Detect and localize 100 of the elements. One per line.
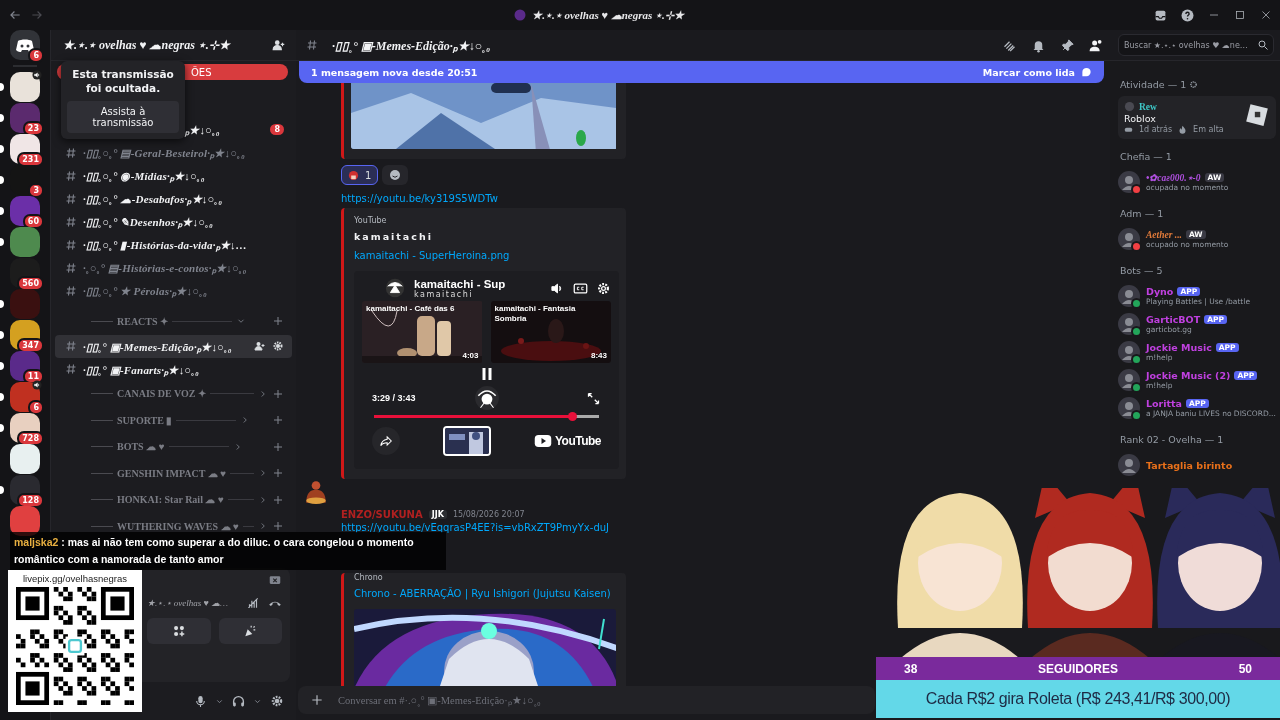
suggested-video[interactable]: kamaitachi - Fantasia Sombria 8:43 — [490, 301, 611, 363]
reaction-button[interactable]: 1 — [341, 165, 379, 185]
hash-icon — [65, 215, 77, 228]
add-icon[interactable] — [310, 693, 324, 707]
hash-icon — [306, 39, 318, 51]
channel-item[interactable]: ·▯▯˳○˳° ◉-Mídias·ₚ★↓○˳₀ — [55, 164, 292, 187]
server-item[interactable]: 728 — [0, 413, 50, 443]
member-name: Tartaglia birinto — [1146, 459, 1233, 471]
section-header: Adm — 1 — [1120, 208, 1164, 219]
close-icon[interactable] — [1260, 9, 1272, 21]
hash-icon — [65, 261, 77, 274]
server-icon — [514, 9, 527, 21]
channel-item[interactable]: ·▯▯˳○˳° ✎Desenhos·ₚ★↓○˳₀ — [55, 210, 292, 233]
message-link[interactable]: https://youtu.be/vEqqrasP4EE?is=vbRxZT9PmyYx-duJ — [341, 522, 610, 533]
category-header[interactable]: REACTS ✦ — [51, 308, 296, 335]
server-item[interactable]: 23 — [0, 103, 50, 133]
video-player[interactable]: kamaitachi - Sup kamaitachi kamaitachi - Café das 6 4:03 kamaitachi - Fantasia Sombria 8:43 3:29 / 3:43 YouTube — [354, 271, 619, 469]
back-icon[interactable] — [8, 8, 22, 22]
embed-title-link[interactable]: Chrono - ABERRAÇÃO | Ryu Ishigori (Jujutsu Kaisen) — [354, 588, 616, 599]
help-icon[interactable] — [1181, 8, 1194, 22]
add-icon[interactable] — [272, 315, 284, 328]
server-item[interactable]: 11 — [0, 351, 50, 381]
progress-handle[interactable] — [568, 412, 577, 421]
headphones-icon[interactable] — [232, 694, 245, 708]
channel-item[interactable]: ·▯▯˳° ▣-Fanarts·ₚ★↓○˳₀ — [55, 357, 292, 381]
server-icon[interactable] — [10, 72, 40, 102]
play-logo-icon — [533, 432, 552, 450]
activity-button[interactable] — [147, 618, 211, 644]
share-button[interactable] — [372, 427, 400, 455]
embed-provider: YouTube — [354, 216, 388, 225]
embed-title-link[interactable]: kamaitachi - SuperHeroina.png — [354, 250, 616, 261]
video-channel: kamaitachi — [414, 289, 475, 299]
message-link[interactable]: https://youtu.be/ky319S5WDTw — [341, 193, 498, 204]
noise-icon[interactable] — [246, 596, 260, 610]
maximize-icon[interactable] — [1234, 9, 1246, 21]
server-item[interactable]: 560 — [0, 258, 50, 288]
message-author[interactable]: ENZO/SUKUNA — [341, 509, 423, 520]
soundboard-button[interactable] — [218, 618, 282, 644]
captions-icon[interactable] — [573, 280, 588, 296]
category-header[interactable]: GENSHIN IMPACT ☁ ♥ — [51, 460, 296, 487]
category-header[interactable]: BOTS ☁ ♥ — [51, 433, 296, 460]
settings-icon[interactable] — [270, 694, 284, 708]
microphone-icon[interactable] — [194, 694, 207, 708]
suggested-video[interactable]: kamaitachi - Café das 6 4:03 — [362, 301, 483, 363]
server-item[interactable]: 6 — [0, 30, 50, 60]
category-header[interactable]: HONKAI: Star Rail ☁ ♥ — [51, 486, 296, 513]
channel-item[interactable]: ·▯▯˳○˳° ▮-Histórias-da-vida·ₚ★↓… — [55, 233, 292, 256]
party-icon — [243, 624, 258, 638]
add-icon[interactable] — [272, 440, 284, 453]
donation-goal-text: Cada R$2 gira Roleta (R$ 243,41/R$ 300,00) — [925, 690, 1231, 708]
add-icon[interactable] — [272, 493, 284, 506]
activity-card[interactable]: Rew Roblox 1d atrás Em alta — [1118, 96, 1276, 139]
server-item[interactable]: 128 — [0, 475, 50, 505]
unread-badge: 6 — [28, 400, 44, 415]
pin-icon[interactable] — [1060, 37, 1075, 53]
inbox-icon[interactable] — [1154, 8, 1167, 22]
channel-item[interactable]: ·▯▯˳○˳° ★ Pérolas·ₚ★↓○˳₀ — [55, 279, 292, 302]
hash-icon — [65, 146, 77, 159]
search-field[interactable]: Buscar ★.⋆.⋆ ovelhas ♥ ☁ne… — [1118, 34, 1274, 56]
watch-stream-button[interactable]: Assista à transmissão — [67, 101, 179, 133]
activity-time: 1d atrás — [1139, 125, 1173, 134]
channel-item[interactable]: ·▯▯˳○˳° ☁-Desabafos·ₚ★↓○˳₀ — [55, 187, 292, 210]
video-time: 3:29 / 3:43 — [372, 393, 417, 403]
speaker-icon — [32, 380, 42, 390]
category-header[interactable]: SUPORTE ▮ — [51, 407, 296, 434]
member-item[interactable]: Tartaglia birinto — [1118, 451, 1280, 479]
fullscreen-icon[interactable] — [586, 390, 601, 406]
channel-item[interactable]: ·▯▯˳° ▣-Memes-Edição·ₚ★↓○˳₀ — [55, 334, 292, 358]
message-input[interactable]: Conversar em #·.○˳° ▣-Memes-Edição·ₚ★↓○˳₀ — [336, 693, 863, 707]
server-item[interactable]: 3 — [0, 165, 50, 195]
search-icon — [1257, 39, 1269, 51]
apps-icon — [171, 624, 186, 638]
add-icon[interactable] — [272, 520, 284, 533]
youtube-logo[interactable]: YouTube — [533, 432, 601, 450]
server-item[interactable]: 60 — [0, 196, 50, 226]
message-composer[interactable]: Conversar em #·.○˳° ▣-Memes-Edição·ₚ★↓○˳₀ — [298, 686, 875, 714]
member-name: •✿caƨ000.⋆-0 — [1146, 172, 1201, 183]
channel-item[interactable]: ·▯▯˳○˳° ▤-Geral-Besteirol·ₚ★↓○˳₀ — [55, 141, 292, 164]
hash-icon — [65, 192, 77, 205]
new-messages-bar[interactable]: 1 mensagem nova desde 20:51 Marcar como lida — [299, 61, 1104, 83]
embed-provider: Chrono — [354, 573, 384, 582]
category-header[interactable]: CANAIS DE VOZ ✦ — [51, 380, 296, 407]
add-icon[interactable] — [272, 387, 284, 400]
settings-icon[interactable] — [596, 280, 611, 296]
add-icon[interactable] — [272, 414, 284, 427]
unread-badge: 728 — [17, 431, 44, 446]
goal-label: SEGUIDORES — [1037, 661, 1119, 676]
add-reaction-button[interactable] — [382, 165, 409, 185]
server-item[interactable]: 347 — [0, 320, 50, 350]
channel-item[interactable]: ·˳○˳° ▤-Histórias-e-contos·ₚ★↓○˳₀ — [55, 256, 292, 279]
hash-icon — [65, 284, 77, 297]
members-icon[interactable] — [1089, 37, 1104, 53]
add-icon[interactable] — [272, 467, 284, 480]
server-name[interactable]: ★.⋆.⋆ ovelhas ♥ ☁negras ⋆.⊹★ — [63, 37, 266, 53]
server-item[interactable]: 6 — [0, 382, 50, 412]
server-item[interactable]: 231 — [0, 134, 50, 164]
server-icon[interactable] — [10, 444, 40, 474]
add-member-icon[interactable] — [272, 38, 286, 52]
mark-as-read-button[interactable]: Marcar como lida — [982, 66, 1092, 78]
channel-title: ·▯▯˳° ▣-Memes-Edição·ₚ★↓○˳₀ — [332, 37, 492, 54]
